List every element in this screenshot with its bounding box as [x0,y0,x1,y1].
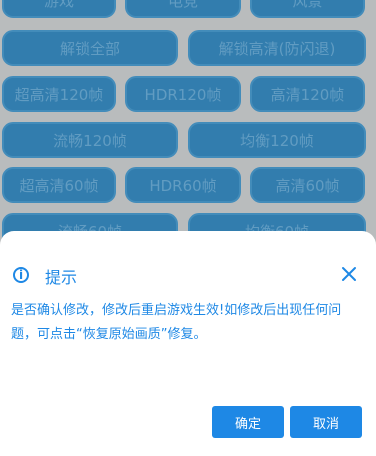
close-icon[interactable] [340,265,358,283]
info-icon: i [13,267,29,283]
dialog-title: 提示 [45,268,78,287]
confirm-dialog: i 提示 是否确认修改，修改后重启游戏生效!如修改后出现任何问题，可点击“恢复原… [0,231,376,456]
cancel-button[interactable]: 取消 [290,406,362,438]
confirm-button[interactable]: 确定 [212,406,284,438]
dialog-message: 是否确认修改，修改后重启游戏生效!如修改后出现任何问题，可点击“恢复原始画质”修… [11,303,342,342]
